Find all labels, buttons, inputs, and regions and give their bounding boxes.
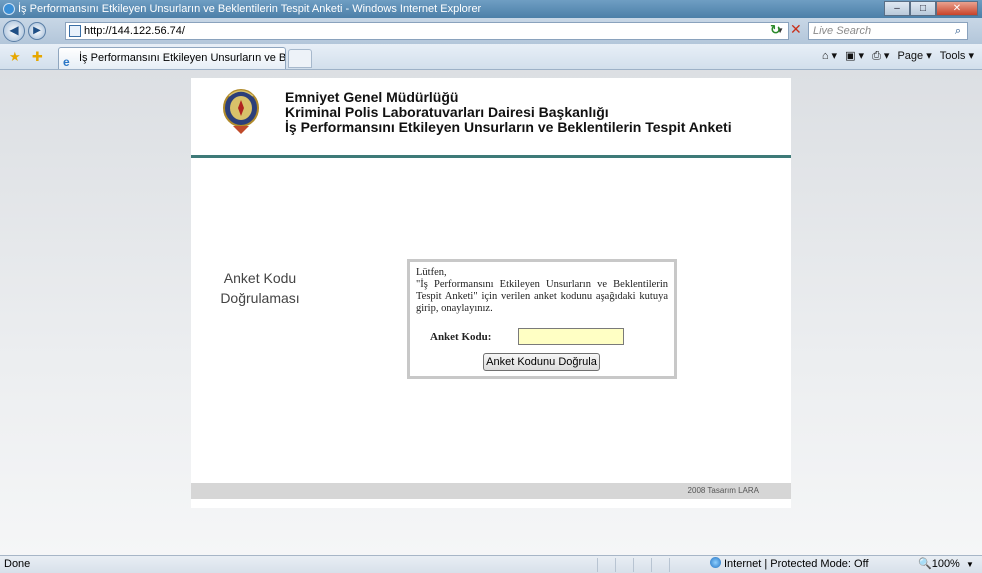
zone-text: Internet | Protected Mode: Off — [724, 558, 869, 570]
title-bar: İş Performansını Etkileyen Unsurların ve… — [0, 0, 982, 18]
survey-code-input[interactable] — [518, 328, 624, 345]
header-line-1: Emniyet Genel Müdürlüğü — [285, 89, 459, 105]
page-footer: 2008 Tasarım LARA — [191, 483, 791, 499]
maximize-button[interactable]: □ — [910, 1, 936, 16]
verification-form: Lütfen, "İş Performansını Etkileyen Unsu… — [407, 259, 677, 379]
header-text: Emniyet Genel Müdürlüğü Kriminal Polis L… — [285, 90, 732, 135]
status-cells — [597, 558, 687, 572]
page-container: Emniyet Genel Müdürlüğü Kriminal Polis L… — [191, 78, 791, 508]
security-zone[interactable]: Internet | Protected Mode: Off — [710, 556, 869, 573]
address-bar[interactable]: http://144.122.56.74/ ▼ — [65, 22, 789, 40]
feeds-icon[interactable]: ▣ ▾ — [845, 49, 864, 63]
ie-tab-icon: e — [63, 55, 70, 69]
print-icon[interactable]: ⎙ ▾ — [872, 49, 889, 63]
home-icon[interactable]: ⌂ ▾ — [822, 49, 837, 63]
zoom-level[interactable]: 🔍100% — [918, 556, 960, 573]
minimize-button[interactable]: – — [884, 1, 910, 16]
tab-bar: ★ ✚ e İş Performansını Etkileyen Unsurla… — [0, 44, 982, 70]
form-greeting: Lütfen, — [416, 267, 447, 278]
verify-code-button[interactable]: Anket Kodunu Doğrula — [483, 353, 600, 371]
window-controls: – □ ✕ — [884, 1, 978, 16]
command-bar: ⌂ ▾ ▣ ▾ ⎙ ▾ Page ▾ Tools ▾ — [822, 49, 974, 63]
page-menu[interactable]: Page ▾ — [897, 49, 931, 63]
globe-icon — [710, 557, 721, 568]
back-button[interactable]: ◀ — [3, 20, 25, 42]
browser-viewport: Emniyet Genel Müdürlüğü Kriminal Polis L… — [0, 70, 982, 555]
police-emblem-icon — [223, 89, 259, 134]
search-placeholder: Live Search — [813, 25, 872, 37]
page-header: Emniyet Genel Müdürlüğü Kriminal Polis L… — [191, 78, 791, 158]
zoom-text: 100% — [931, 558, 960, 570]
address-toolbar: ◀ ▶ http://144.122.56.74/ ▼ ↻ ✕ Live Sea… — [0, 18, 982, 44]
refresh-icon[interactable]: ↻ — [770, 22, 781, 38]
code-label: Anket Kodu: — [430, 330, 492, 343]
form-instructions: "İş Performansını Etkileyen Unsurların v… — [416, 279, 668, 314]
favorites-star-icon[interactable]: ★ — [9, 49, 21, 65]
section-label: Anket Kodu Doğrulaması — [215, 268, 305, 308]
stop-icon[interactable]: ✕ — [790, 21, 802, 38]
search-icon[interactable]: ⌕ — [955, 23, 961, 39]
header-line-3: İş Performansını Etkileyen Unsurların ve… — [285, 119, 732, 135]
forward-button[interactable]: ▶ — [28, 22, 46, 40]
zoom-dropdown-icon[interactable]: ▼ — [966, 556, 974, 573]
window-title: İş Performansını Etkileyen Unsurların ve… — [18, 3, 482, 15]
tools-menu[interactable]: Tools ▾ — [940, 49, 974, 63]
add-favorites-icon[interactable]: ✚ — [32, 49, 43, 65]
tab-active[interactable]: e İş Performansını Etkileyen Unsurların … — [58, 47, 286, 69]
status-text: Done — [4, 558, 31, 570]
ie-app-icon — [3, 3, 15, 15]
section-label-line-2: Doğrulaması — [220, 290, 300, 306]
search-input[interactable]: Live Search ⌕ — [808, 22, 968, 40]
section-label-line-1: Anket Kodu — [223, 270, 297, 286]
header-divider — [191, 155, 791, 158]
address-url: http://144.122.56.74/ — [84, 25, 185, 37]
new-tab-button[interactable] — [288, 49, 312, 68]
status-bar: Done Internet | Protected Mode: Off 🔍100… — [0, 555, 982, 573]
header-line-2: Kriminal Polis Laboratuvarları Dairesi B… — [285, 104, 609, 120]
code-row: Anket Kodu: — [430, 328, 624, 345]
page-icon — [69, 25, 81, 37]
close-button[interactable]: ✕ — [936, 1, 978, 16]
tab-label: İş Performansını Etkileyen Unsurların ve… — [79, 52, 286, 64]
